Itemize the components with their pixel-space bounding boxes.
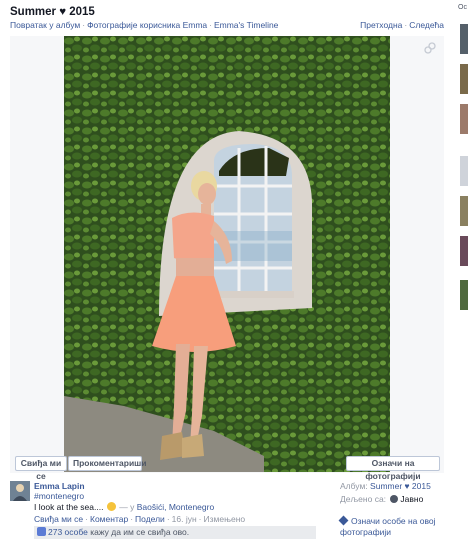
- side-thumbnail[interactable]: [460, 156, 468, 186]
- album-meta-link[interactable]: Summer ♥ 2015: [370, 481, 431, 491]
- thumbs-up-icon: [37, 527, 46, 536]
- photo-like-button[interactable]: Свиђа ми се: [15, 456, 67, 481]
- post-actions: Свиђа ми се · Коментар · Подели · 16. јун · Изме…: [34, 514, 246, 524]
- post-date[interactable]: 16. јун: [172, 514, 197, 524]
- side-thumbnail[interactable]: [460, 236, 468, 266]
- side-thumbnail[interactable]: [460, 64, 468, 94]
- expand-icon[interactable]: [424, 42, 436, 54]
- breadcrumb: Повратак у албум · Фотографије корисника E…: [10, 20, 279, 30]
- privacy-value[interactable]: Јавно: [400, 494, 423, 504]
- album-meta-label: Албум:: [340, 481, 371, 491]
- like-link[interactable]: Свиђа ми се: [34, 514, 83, 524]
- breadcrumb-user-photos[interactable]: Фотографије корисника Emma: [87, 20, 207, 30]
- likes-count-link[interactable]: 273 особе: [48, 527, 88, 537]
- tag-icon: [338, 515, 349, 526]
- hashtag-link[interactable]: #montenegro: [34, 491, 84, 501]
- comment-link[interactable]: Коментар: [90, 514, 128, 524]
- album-title[interactable]: Summer ♥ 2015: [10, 6, 95, 18]
- breadcrumb-back-to-album[interactable]: Повратак у албум: [10, 20, 80, 30]
- caption-location-prefix: — у: [119, 502, 137, 512]
- album-meta: Албум: Summer ♥ 2015: [340, 481, 431, 491]
- post-caption: I look at the sea.... — у Baošići, Monte…: [34, 502, 214, 512]
- share-link[interactable]: Подели: [135, 514, 165, 524]
- caption-text: I look at the sea....: [34, 502, 104, 512]
- photo[interactable]: [64, 36, 390, 472]
- privacy-meta: Дељено са: Јавно: [340, 494, 423, 504]
- tag-photo-button[interactable]: Означи на фотографији: [346, 456, 440, 481]
- side-thumbnail[interactable]: [460, 104, 468, 134]
- prev-link[interactable]: Претходна: [360, 20, 402, 30]
- likes-summary: 273 особе кажу да им се свиђа ово.: [34, 526, 316, 539]
- likes-summary-text: кажу да им се свиђа ово.: [87, 527, 190, 537]
- privacy-label: Дељено са:: [340, 494, 389, 504]
- breadcrumb-timeline[interactable]: Emma's Timeline: [214, 20, 278, 30]
- tag-people-link[interactable]: Означи особе на овој фотографији: [338, 515, 450, 538]
- globe-icon: [390, 495, 399, 503]
- photo-pager: Претходна · Следећа: [360, 20, 444, 30]
- edited-link[interactable]: Измењено: [204, 514, 246, 524]
- side-thumbnail[interactable]: [460, 24, 468, 54]
- side-thumbnail[interactable]: [460, 196, 468, 226]
- avatar[interactable]: [10, 481, 30, 501]
- photo-comment-button[interactable]: Прокоментариши: [68, 456, 146, 471]
- author-name[interactable]: Emma Lapin: [34, 481, 85, 491]
- smile-icon: [106, 502, 116, 511]
- side-thumbnail[interactable]: [460, 280, 468, 310]
- side-column-header: Ос: [458, 4, 467, 11]
- next-link[interactable]: Следећа: [409, 20, 444, 30]
- location-link[interactable]: Baošići, Montenegro: [137, 502, 215, 512]
- tag-people-text[interactable]: Означи особе на овој фотографији: [340, 516, 436, 537]
